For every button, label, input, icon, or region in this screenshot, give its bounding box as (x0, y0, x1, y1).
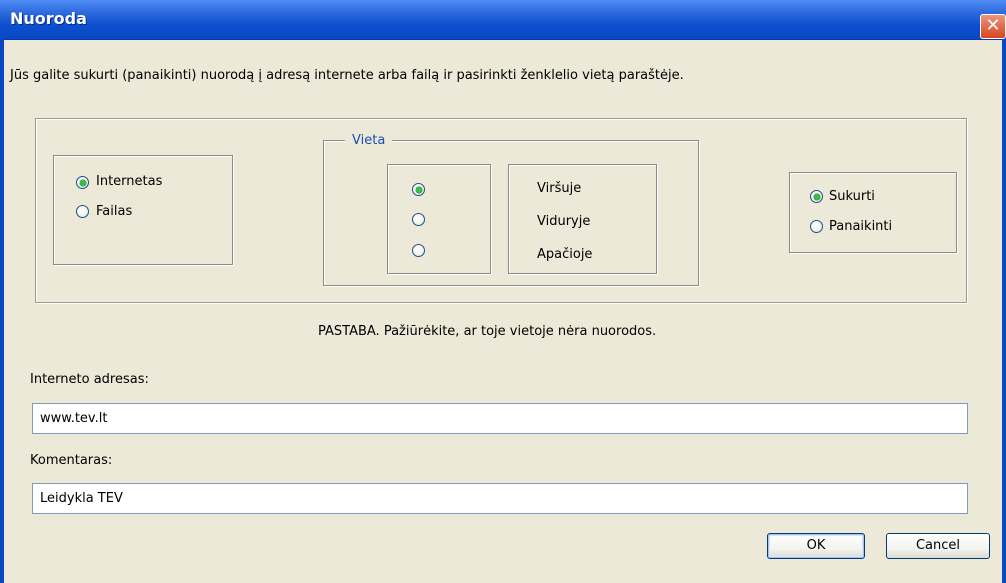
vieta-label-virsuje: Viršuje (537, 181, 582, 196)
window-title: Nuoroda (10, 9, 87, 28)
vieta-label-apacioje: Apačioje (537, 247, 593, 262)
title-bar[interactable]: Nuoroda ✕ (0, 0, 1006, 40)
radio-panaikinti-label[interactable]: Panaikinti (829, 219, 892, 234)
vieta-label-viduryje: Viduryje (537, 214, 591, 229)
radio-failas-label[interactable]: Failas (96, 204, 132, 219)
intro-text: Jūs galite sukurti (panaikinti) nuorodą … (10, 68, 684, 83)
comment-input[interactable] (32, 483, 968, 514)
window-frame-left (0, 39, 4, 583)
close-icon: ✕ (985, 15, 1001, 36)
window-frame-right (1002, 39, 1006, 583)
radio-failas[interactable] (76, 205, 89, 218)
radio-internetas-label[interactable]: Internetas (96, 174, 162, 189)
vieta-radio-box (387, 164, 491, 274)
radio-sukurti[interactable] (810, 190, 823, 203)
note-text: PASTABA. Pažiūrėkite, ar toje vietoje nė… (318, 324, 657, 339)
comment-label: Komentaras: (30, 453, 113, 468)
close-button[interactable]: ✕ (980, 14, 1006, 39)
address-input[interactable] (32, 403, 968, 434)
radio-apacioje[interactable] (412, 244, 425, 257)
radio-internetas[interactable] (76, 176, 89, 189)
radio-panaikinti[interactable] (810, 220, 823, 233)
radio-viduryje[interactable] (412, 213, 425, 226)
radio-sukurti-label[interactable]: Sukurti (829, 189, 875, 204)
radio-virsuje[interactable] (412, 183, 425, 196)
cancel-button[interactable]: Cancel (886, 533, 990, 559)
address-label: Interneto adresas: (30, 372, 149, 387)
ok-button[interactable]: OK (767, 533, 865, 559)
vieta-legend: Vieta (345, 133, 393, 148)
action-group (789, 172, 957, 253)
